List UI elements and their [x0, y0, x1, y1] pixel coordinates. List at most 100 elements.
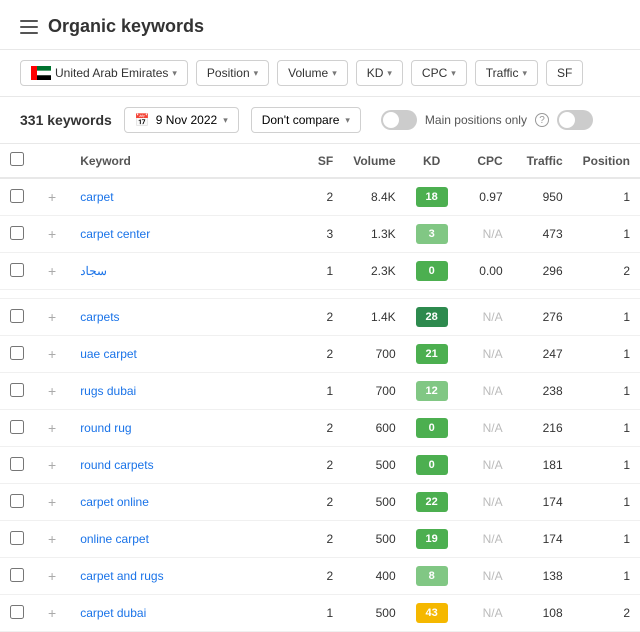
- add-keyword-icon[interactable]: +: [44, 383, 60, 399]
- row-checkbox[interactable]: [10, 346, 24, 360]
- cpc-filter[interactable]: CPC ▾: [411, 60, 467, 86]
- sf-cell: 2: [303, 336, 343, 373]
- keyword-link[interactable]: carpet and rugs: [80, 569, 163, 583]
- row-add-cell: +: [34, 373, 70, 410]
- main-positions-toggle[interactable]: [381, 110, 417, 130]
- kd-filter[interactable]: KD ▾: [356, 60, 403, 86]
- chevron-down-icon: ▾: [172, 68, 177, 79]
- add-keyword-icon[interactable]: +: [44, 568, 60, 584]
- add-keyword-icon[interactable]: +: [44, 226, 60, 242]
- row-checkbox-cell: [0, 216, 34, 253]
- add-keyword-icon[interactable]: +: [44, 346, 60, 362]
- traffic-filter[interactable]: Traffic ▾: [475, 60, 538, 86]
- help-icon[interactable]: ?: [535, 113, 549, 127]
- keyword-cell: online carpet: [70, 521, 303, 558]
- kd-cell: 19: [406, 521, 458, 558]
- add-keyword-icon[interactable]: +: [44, 494, 60, 510]
- add-keyword-icon[interactable]: +: [44, 531, 60, 547]
- kd-badge: 0: [416, 261, 448, 281]
- kd-badge: 8: [416, 566, 448, 586]
- volume-cell: 400: [343, 558, 405, 595]
- keyword-cell: carpet and rugs: [70, 558, 303, 595]
- row-checkbox[interactable]: [10, 531, 24, 545]
- secondary-toggle[interactable]: [557, 110, 593, 130]
- add-keyword-icon[interactable]: +: [44, 189, 60, 205]
- add-keyword-icon[interactable]: +: [44, 457, 60, 473]
- cpc-cell: N/A: [458, 521, 513, 558]
- chevron-down-icon: ▾: [451, 68, 456, 79]
- row-checkbox[interactable]: [10, 226, 24, 240]
- row-checkbox[interactable]: [10, 189, 24, 203]
- sf-filter[interactable]: SF: [546, 60, 583, 86]
- add-keyword-icon[interactable]: +: [44, 605, 60, 621]
- position-cell: 1: [573, 558, 640, 595]
- kd-cell: 43: [406, 595, 458, 632]
- row-checkbox[interactable]: [10, 457, 24, 471]
- row-checkbox[interactable]: [10, 420, 24, 434]
- traffic-cell: 174: [513, 521, 573, 558]
- position-cell: 1: [573, 299, 640, 336]
- row-checkbox[interactable]: [10, 605, 24, 619]
- add-keyword-icon[interactable]: +: [44, 263, 60, 279]
- keyword-cell: round rug: [70, 410, 303, 447]
- chevron-down-icon: ▾: [387, 68, 392, 79]
- page-header: Organic keywords: [0, 0, 640, 50]
- add-keyword-icon[interactable]: +: [44, 420, 60, 436]
- position-cell: 1: [573, 410, 640, 447]
- position-cell: 1: [573, 447, 640, 484]
- select-all-checkbox[interactable]: [10, 152, 24, 166]
- keyword-link[interactable]: سجاد: [80, 264, 107, 278]
- row-checkbox-cell: [0, 484, 34, 521]
- position-filter[interactable]: Position ▾: [196, 60, 269, 86]
- cpc-cell: N/A: [458, 484, 513, 521]
- kd-cell: 21: [406, 336, 458, 373]
- cpc-cell: N/A: [458, 447, 513, 484]
- kd-badge: 43: [416, 603, 448, 623]
- keyword-link[interactable]: round rug: [80, 421, 131, 435]
- traffic-cell: 473: [513, 216, 573, 253]
- sf-col-header: SF: [303, 144, 343, 178]
- calendar-icon: 📅: [135, 113, 150, 127]
- position-cell: 1: [573, 484, 640, 521]
- row-add-cell: +: [34, 484, 70, 521]
- menu-icon[interactable]: [20, 20, 38, 34]
- keyword-link[interactable]: carpets: [80, 310, 119, 324]
- sf-cell: 2: [303, 410, 343, 447]
- kd-cell: 0: [406, 410, 458, 447]
- na-value: N/A: [483, 310, 503, 324]
- keyword-link[interactable]: carpet center: [80, 227, 150, 241]
- keyword-link[interactable]: online carpet: [80, 532, 149, 546]
- keyword-cell: rugs dubai: [70, 373, 303, 410]
- row-checkbox-cell: [0, 299, 34, 336]
- row-checkbox-cell: [0, 595, 34, 632]
- keyword-link[interactable]: carpet online: [80, 495, 149, 509]
- keyword-link[interactable]: uae carpet: [80, 347, 137, 361]
- row-checkbox[interactable]: [10, 309, 24, 323]
- row-add-cell: +: [34, 558, 70, 595]
- country-filter[interactable]: United Arab Emirates ▾: [20, 60, 188, 86]
- traffic-cell: 296: [513, 253, 573, 290]
- keyword-link[interactable]: carpet dubai: [80, 606, 146, 620]
- row-add-cell: +: [34, 299, 70, 336]
- keyword-link[interactable]: rugs dubai: [80, 384, 136, 398]
- add-keyword-icon[interactable]: +: [44, 309, 60, 325]
- kd-badge: 21: [416, 344, 448, 364]
- traffic-cell: 276: [513, 299, 573, 336]
- row-checkbox[interactable]: [10, 494, 24, 508]
- row-checkbox[interactable]: [10, 383, 24, 397]
- na-value: N/A: [483, 606, 503, 620]
- add-col-header: [34, 144, 70, 178]
- table-row: + carpet dubai 1 500 43 N/A 108 2: [0, 595, 640, 632]
- volume-cell: 2.3K: [343, 253, 405, 290]
- volume-filter[interactable]: Volume ▾: [277, 60, 348, 86]
- keyword-link[interactable]: carpet: [80, 190, 113, 204]
- compare-button[interactable]: Don't compare ▾: [251, 107, 361, 133]
- row-checkbox[interactable]: [10, 568, 24, 582]
- row-checkbox[interactable]: [10, 263, 24, 277]
- table-row: + round carpets 2 500 0 N/A 181 1: [0, 447, 640, 484]
- date-picker-button[interactable]: 📅 9 Nov 2022 ▾: [124, 107, 239, 133]
- keyword-link[interactable]: round carpets: [80, 458, 153, 472]
- na-value: N/A: [483, 421, 503, 435]
- volume-cell: 600: [343, 410, 405, 447]
- row-add-cell: +: [34, 595, 70, 632]
